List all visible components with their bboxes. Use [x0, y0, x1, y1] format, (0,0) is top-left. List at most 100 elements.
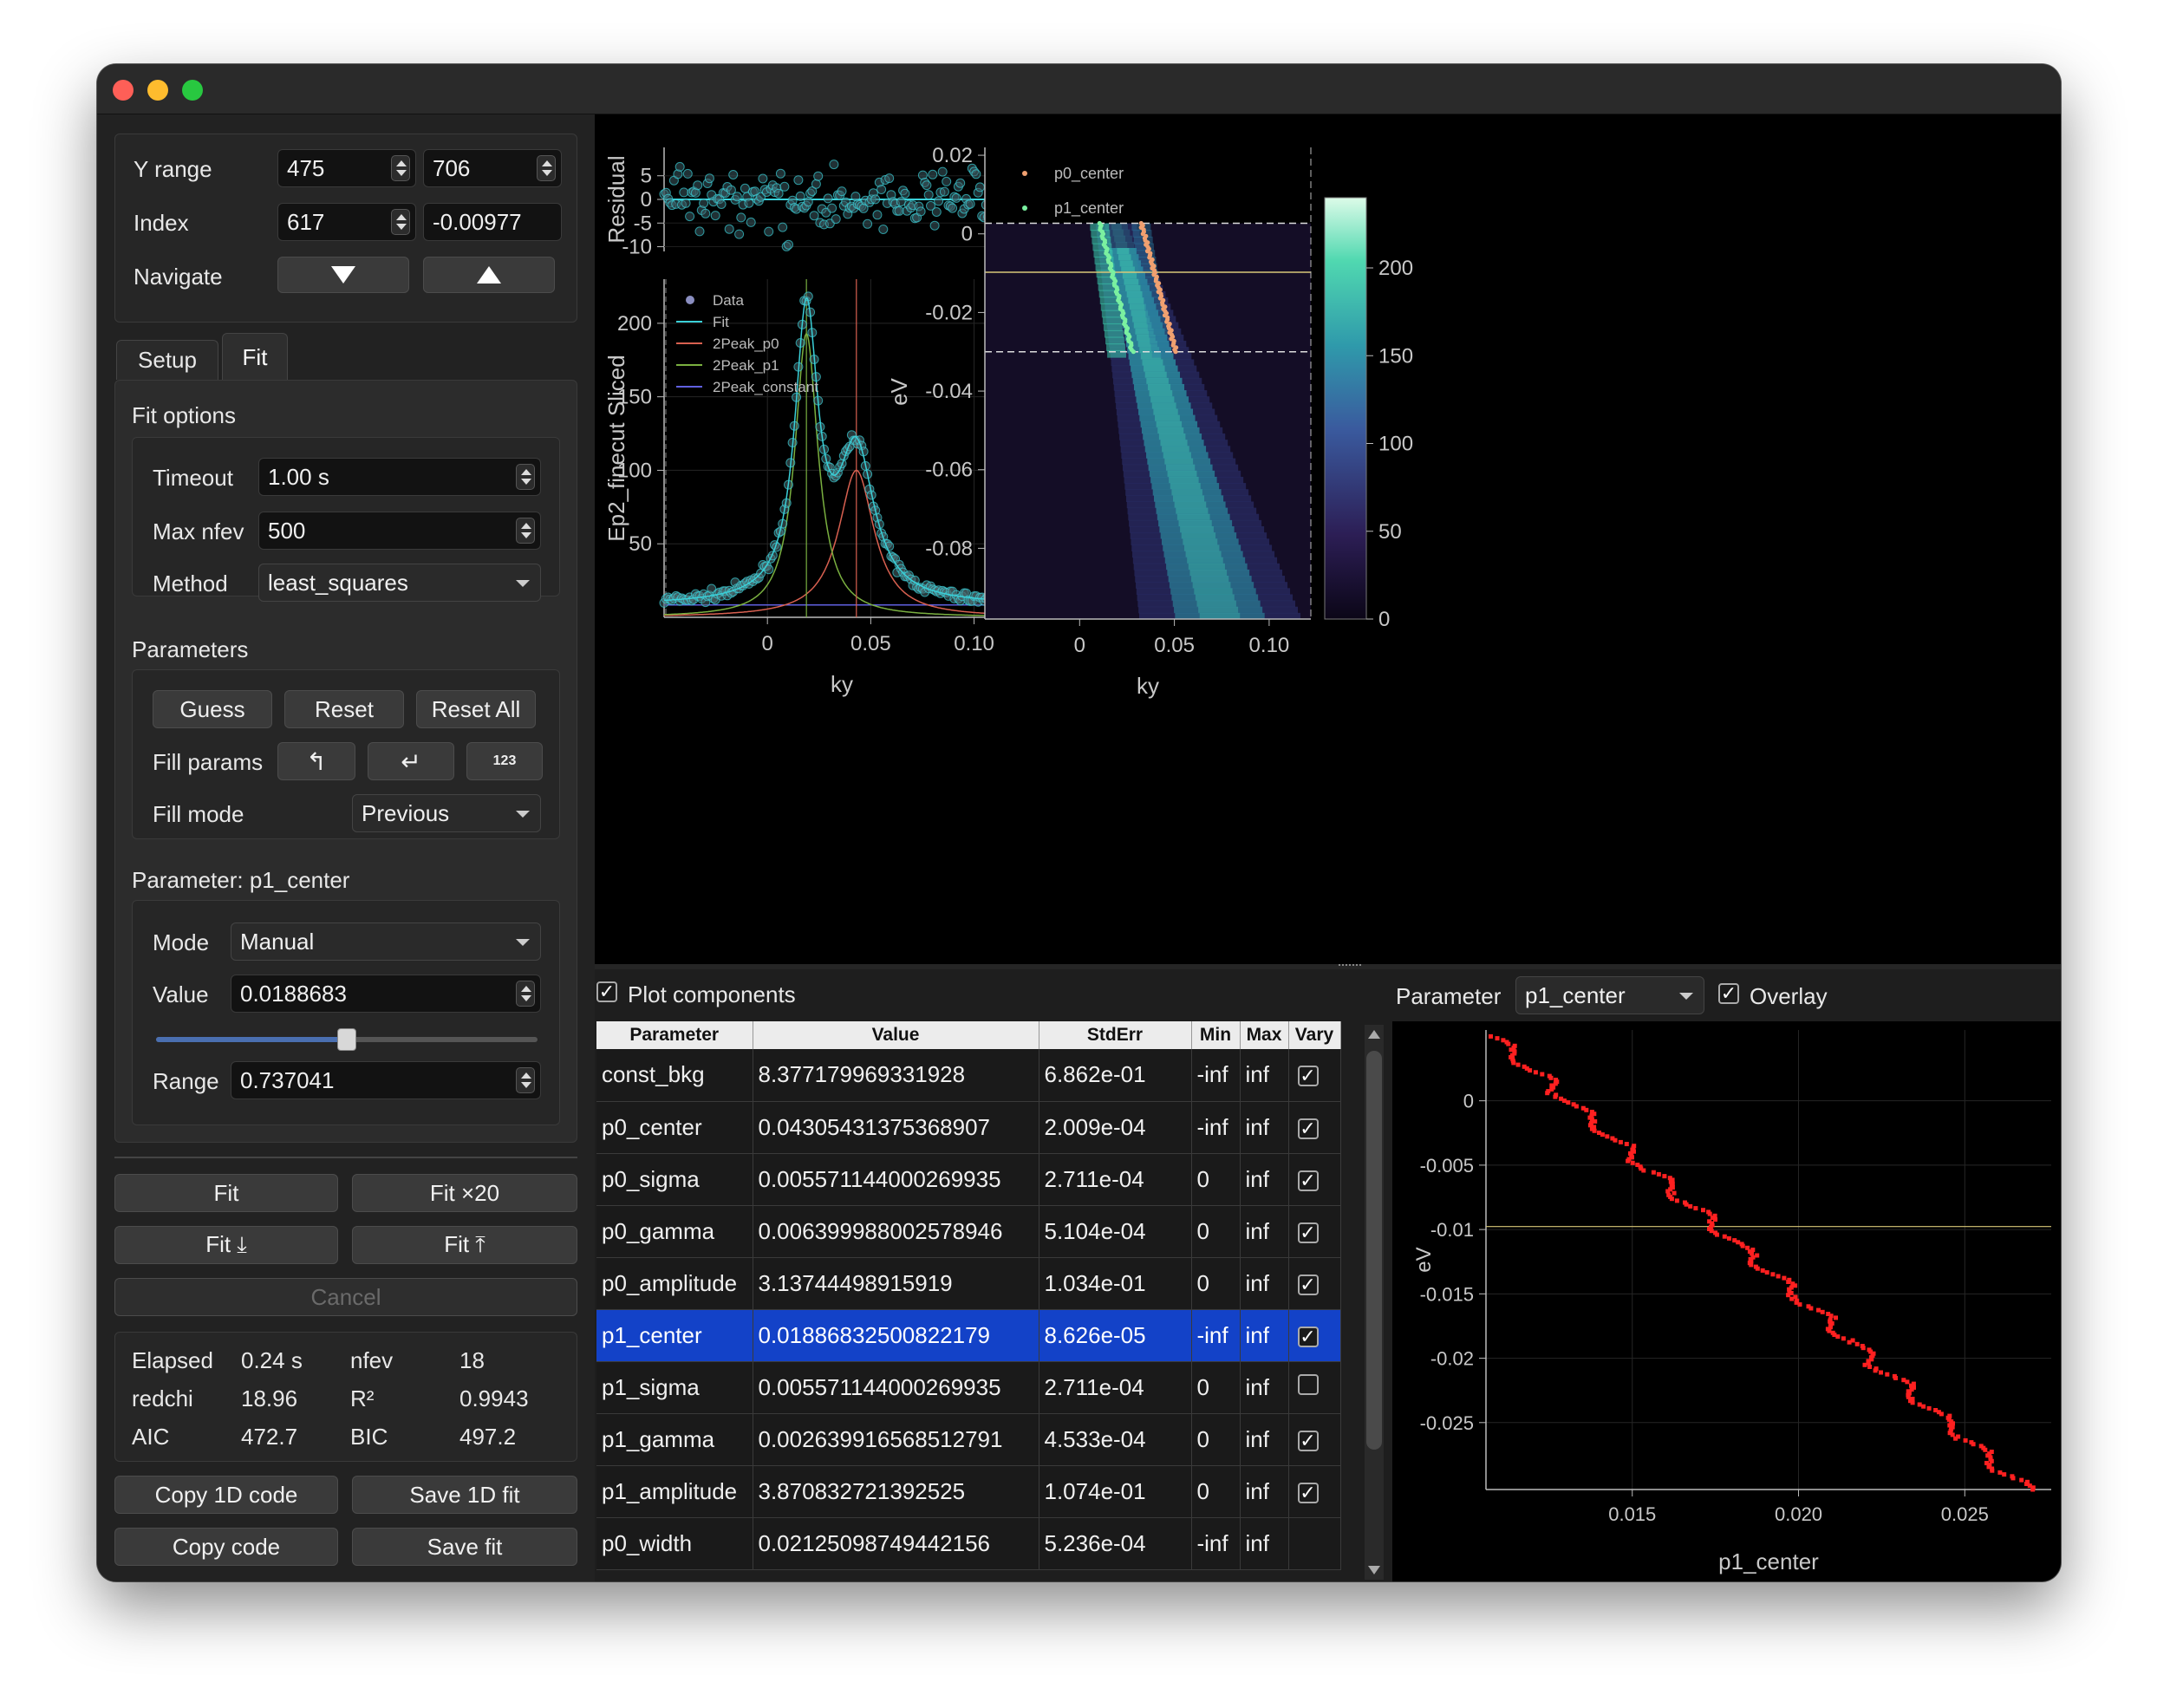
table-row[interactable]: p0_width 0.02125098749442156 5.236e-04 -inf…	[596, 1517, 1341, 1570]
table-cell-name[interactable]: p1_amplitude	[596, 1465, 753, 1518]
copy-code-button[interactable]: Copy code	[114, 1528, 338, 1566]
table-cell-vary[interactable]: ✓	[1288, 1257, 1341, 1310]
spin-arrows-icon[interactable]	[516, 464, 535, 490]
maxnfev-spinbox[interactable]: 500	[258, 512, 541, 550]
table-cell-min[interactable]: 0	[1191, 1257, 1241, 1310]
tab-fit[interactable]: Fit	[222, 333, 288, 381]
table-cell-max[interactable]: inf	[1240, 1309, 1289, 1362]
table-cell-max[interactable]: inf	[1240, 1413, 1289, 1466]
vary-checkbox[interactable]: ✓	[1297, 1222, 1319, 1243]
table-cell-stderr[interactable]: 4.533e-04	[1039, 1413, 1192, 1466]
table-cell-name[interactable]: p1_gamma	[596, 1413, 753, 1466]
table-row[interactable]: p1_amplitude 3.870832721392525 1.074e-01 0 i…	[596, 1465, 1341, 1518]
vary-checkbox[interactable]: ✓	[1297, 1170, 1319, 1191]
table-cell-min[interactable]: -inf	[1191, 1101, 1241, 1154]
minimize-window-button[interactable]	[147, 80, 168, 101]
spin-arrows-icon[interactable]	[516, 981, 535, 1007]
yrange-min-spinbox[interactable]: 475	[277, 149, 416, 187]
column-header[interactable]: Min	[1191, 1021, 1241, 1049]
table-cell-max[interactable]: inf	[1240, 1049, 1289, 1102]
table-cell-stderr[interactable]: 8.626e-05	[1039, 1309, 1192, 1362]
table-cell-vary[interactable]: ✓	[1288, 1465, 1341, 1518]
table-row[interactable]: p1_gamma 0.002639916568512791 4.533e-04 0 in…	[596, 1413, 1341, 1466]
reset-all-button[interactable]: Reset All	[416, 690, 536, 728]
table-cell-value[interactable]: 0.02125098749442156	[753, 1517, 1039, 1570]
save-fit-button[interactable]: Save fit	[352, 1528, 577, 1566]
table-cell-value[interactable]: 0.006399988002578946	[753, 1205, 1039, 1258]
navigate-up-button[interactable]	[423, 257, 555, 293]
table-row[interactable]: p0_sigma 0.005571144000269935 2.711e-04 0 in…	[596, 1153, 1341, 1206]
close-window-button[interactable]	[113, 80, 134, 101]
table-cell-min[interactable]: 0	[1191, 1465, 1241, 1518]
navigate-down-button[interactable]	[277, 257, 409, 293]
table-cell-min[interactable]: 0	[1191, 1153, 1241, 1206]
value-slider-handle[interactable]	[337, 1028, 356, 1051]
table-cell-name[interactable]: p0_center	[596, 1101, 753, 1154]
table-cell-value[interactable]: 3.13744498915919	[753, 1257, 1039, 1310]
table-cell-max[interactable]: inf	[1240, 1101, 1289, 1154]
index-coord-field[interactable]: -0.00977	[423, 203, 562, 241]
table-cell-min[interactable]: 0	[1191, 1413, 1241, 1466]
column-header[interactable]: Max	[1240, 1021, 1289, 1049]
table-row[interactable]: p0_gamma 0.006399988002578946 5.104e-04 0 in…	[596, 1205, 1341, 1258]
column-header[interactable]: StdErr	[1039, 1021, 1192, 1049]
table-cell-value[interactable]: 0.005571144000269935	[753, 1153, 1039, 1206]
mode-dropdown[interactable]: Manual	[231, 922, 541, 961]
range-spinbox[interactable]: 0.737041	[231, 1061, 541, 1099]
guess-button[interactable]: Guess	[153, 690, 272, 728]
parameter-trace-plot[interactable]: 0.015 0.020 0.025 0 -0.005 -0.01 -0.015 -0.02 -0…	[1392, 1021, 2061, 1581]
table-cell-max[interactable]: inf	[1240, 1205, 1289, 1258]
cancel-button[interactable]: Cancel	[114, 1278, 577, 1316]
table-cell-name[interactable]: p1_center	[596, 1309, 753, 1362]
table-row[interactable]: p1_center 0.01886832500822179 8.626e-05 -in…	[596, 1309, 1341, 1362]
table-cell-min[interactable]: -inf	[1191, 1309, 1241, 1362]
fit-x20-button[interactable]: Fit ×20	[352, 1174, 577, 1212]
fill-numeric-button[interactable]: 123	[466, 742, 543, 780]
table-cell-name[interactable]: const_bkg	[596, 1049, 753, 1102]
table-cell-max[interactable]: inf	[1240, 1361, 1289, 1414]
table-scrollbar[interactable]	[1365, 1025, 1384, 1580]
table-cell-vary[interactable]: ✓	[1288, 1205, 1341, 1258]
table-cell-stderr[interactable]: 1.034e-01	[1039, 1257, 1192, 1310]
table-row[interactable]: p0_amplitude 3.13744498915919 1.034e-01 0 in…	[596, 1257, 1341, 1310]
vary-checkbox[interactable]: ✓	[1297, 1066, 1319, 1087]
table-cell-value[interactable]: 3.870832721392525	[753, 1465, 1039, 1518]
table-cell-name[interactable]: p0_sigma	[596, 1153, 753, 1206]
fit-up-button[interactable]: Fit ⤒	[352, 1226, 577, 1264]
timeout-spinbox[interactable]: 1.00 s	[258, 458, 541, 496]
table-cell-name[interactable]: p0_width	[596, 1517, 753, 1570]
table-cell-name[interactable]: p0_gamma	[596, 1205, 753, 1258]
parameter-select-dropdown[interactable]: p1_center	[1515, 976, 1704, 1014]
value-spinbox[interactable]: 0.0188683	[231, 975, 541, 1013]
table-cell-vary[interactable]	[1288, 1517, 1341, 1570]
table-cell-value[interactable]: 0.04305431375368907	[753, 1101, 1039, 1154]
method-dropdown[interactable]: least_squares	[258, 564, 541, 602]
plot-components-checkbox[interactable]: ✓	[596, 981, 617, 1002]
table-cell-value[interactable]: 0.002639916568512791	[753, 1413, 1039, 1466]
vary-checkbox[interactable]: ✓	[1297, 1326, 1319, 1347]
table-cell-name[interactable]: p1_sigma	[596, 1361, 753, 1414]
vary-checkbox[interactable]: ✓	[1297, 1274, 1319, 1295]
table-row[interactable]: p0_center 0.04305431375368907 2.009e-04 -in…	[596, 1101, 1341, 1154]
table-cell-stderr[interactable]: 5.104e-04	[1039, 1205, 1192, 1258]
table-cell-value[interactable]: 0.01886832500822179	[753, 1309, 1039, 1362]
spin-arrows-icon[interactable]	[516, 518, 535, 544]
index-spinbox[interactable]: 617	[277, 203, 416, 241]
overlay-checkbox[interactable]: ✓	[1718, 983, 1739, 1004]
copy-1d-code-button[interactable]: Copy 1D code	[114, 1476, 338, 1514]
plot-canvas[interactable]: 50-5-10Residual 0 0.05 0.1020015010050kyEp…	[595, 114, 2061, 964]
table-cell-max[interactable]: inf	[1240, 1257, 1289, 1310]
spin-arrows-icon[interactable]	[537, 155, 556, 181]
fill-return-button[interactable]: ↵	[368, 742, 454, 780]
value-slider-track[interactable]	[156, 1028, 538, 1051]
table-cell-vary[interactable]: ✓	[1288, 1049, 1341, 1102]
table-cell-min[interactable]: 0	[1191, 1361, 1241, 1414]
vary-checkbox[interactable]: ✓	[1297, 1482, 1319, 1503]
table-row[interactable]: p1_sigma 0.005571144000269935 2.711e-04 0 in…	[596, 1361, 1341, 1414]
table-cell-stderr[interactable]: 2.711e-04	[1039, 1361, 1192, 1414]
fill-previous-button[interactable]: ↰	[277, 742, 355, 780]
table-cell-min[interactable]: -inf	[1191, 1049, 1241, 1102]
table-cell-vary[interactable]: ✓	[1288, 1153, 1341, 1206]
column-header[interactable]: Value	[753, 1021, 1039, 1049]
fit-down-button[interactable]: Fit ⤓	[114, 1226, 338, 1264]
